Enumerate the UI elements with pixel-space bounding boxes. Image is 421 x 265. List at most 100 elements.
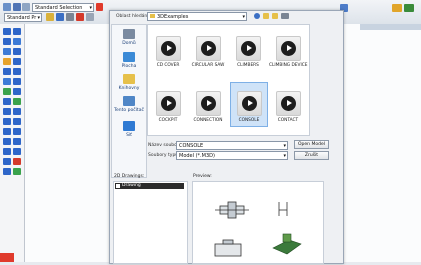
scale-tool-icon[interactable] bbox=[13, 108, 21, 115]
layer-tool-icon[interactable] bbox=[3, 148, 11, 155]
file-list: CD COVER CIRCULAR SAW CLIMBERS CLIMBING … bbox=[147, 24, 310, 136]
desktop-icon bbox=[123, 52, 135, 62]
info-tool-icon[interactable] bbox=[3, 168, 11, 175]
dimension-tool-icon[interactable] bbox=[3, 68, 11, 75]
file-item-selected[interactable]: CONSOLE bbox=[230, 82, 268, 127]
offset-tool-icon[interactable] bbox=[3, 98, 11, 105]
chevron-down-icon: ▾ bbox=[89, 5, 92, 11]
filetype-label: Soubory typu: bbox=[148, 153, 180, 158]
file-name: CONNECTION bbox=[193, 118, 223, 123]
line-style-icon[interactable] bbox=[66, 13, 74, 21]
fill-tool-icon[interactable] bbox=[3, 88, 11, 95]
new-folder-icon[interactable] bbox=[272, 13, 278, 19]
zoom-tool-icon[interactable] bbox=[13, 28, 21, 35]
app-icon[interactable] bbox=[3, 3, 11, 11]
block-tool-icon[interactable] bbox=[13, 138, 21, 145]
selection-combo-value: Standard Selection bbox=[35, 5, 83, 11]
extend-tool-icon[interactable] bbox=[13, 118, 21, 125]
file-item[interactable]: CLIMBING DEVICE bbox=[269, 28, 307, 73]
layer-icon[interactable] bbox=[46, 13, 54, 21]
polyline-tool-icon[interactable] bbox=[13, 48, 21, 55]
pencil-tool-icon[interactable] bbox=[3, 58, 11, 65]
drawings-list[interactable]: Drawing bbox=[113, 181, 188, 264]
mirror-tool-icon[interactable] bbox=[13, 98, 21, 105]
print-icon[interactable] bbox=[22, 3, 30, 11]
tool-palette bbox=[0, 24, 25, 262]
angle-tool-icon[interactable] bbox=[13, 68, 21, 75]
up-folder-icon[interactable] bbox=[263, 13, 269, 19]
list-item[interactable]: Drawing bbox=[115, 183, 184, 189]
fillet-tool-icon[interactable] bbox=[13, 128, 21, 135]
file-name: CONSOLE bbox=[238, 118, 260, 123]
computer-icon bbox=[123, 96, 135, 106]
canvas-ruler bbox=[360, 24, 421, 30]
filetype-select[interactable]: Model (*.M3D) ▾ bbox=[176, 151, 288, 160]
line-tool-icon[interactable] bbox=[3, 38, 11, 45]
grid-tool-icon[interactable] bbox=[13, 148, 21, 155]
chevron-down-icon: ▾ bbox=[242, 14, 245, 20]
file-item[interactable]: CLIMBERS bbox=[229, 28, 267, 73]
video-file-icon bbox=[275, 91, 301, 116]
select-tool-icon[interactable] bbox=[3, 28, 11, 35]
colors-icon[interactable] bbox=[392, 4, 402, 12]
file-item[interactable]: CD COVER bbox=[149, 28, 187, 73]
delete-tool-icon[interactable] bbox=[13, 158, 21, 165]
chevron-down-icon: ▾ bbox=[283, 153, 286, 159]
arc-tool-icon[interactable] bbox=[13, 38, 21, 45]
lookin-label: Oblast hledání: bbox=[116, 14, 151, 19]
circle-tool-icon[interactable] bbox=[3, 48, 11, 55]
file-item[interactable]: COCKPIT bbox=[149, 83, 187, 128]
tool-icon[interactable] bbox=[86, 13, 94, 21]
view-combo[interactable]: Standard Pr ▾ bbox=[4, 13, 42, 22]
network-icon bbox=[123, 121, 135, 131]
trim-tool-icon[interactable] bbox=[3, 118, 11, 125]
snap-tool-icon[interactable] bbox=[3, 158, 11, 165]
filename-input[interactable]: CONSOLE ▾ bbox=[176, 141, 288, 150]
help-tool-icon[interactable] bbox=[13, 168, 21, 175]
file-name: CLIMBERS bbox=[237, 63, 259, 68]
file-name: CIRCULAR SAW bbox=[191, 63, 225, 68]
curve-tool-icon[interactable] bbox=[13, 58, 21, 65]
video-file-icon bbox=[195, 91, 221, 116]
measure-tool-icon[interactable] bbox=[3, 138, 11, 145]
filetype-value: Model (*.M3D) bbox=[179, 153, 215, 159]
place-network[interactable]: Síť bbox=[112, 121, 146, 138]
hatch-tool-icon[interactable] bbox=[3, 78, 11, 85]
settings-icon[interactable] bbox=[96, 3, 103, 11]
globe-icon[interactable] bbox=[404, 4, 414, 12]
color-red-icon[interactable] bbox=[76, 13, 84, 21]
place-label: Síť bbox=[126, 133, 132, 138]
lookin-combo[interactable]: 3DExamples ▾ bbox=[147, 12, 247, 21]
cancel-button[interactable]: Zrušit bbox=[294, 151, 329, 160]
place-desktop[interactable]: Plocha bbox=[112, 52, 146, 69]
place-home[interactable]: Domů bbox=[112, 29, 146, 46]
app-status-marker bbox=[0, 253, 14, 262]
place-libraries[interactable]: Knihovny bbox=[112, 74, 146, 91]
save-icon[interactable] bbox=[13, 3, 21, 11]
home-icon bbox=[123, 29, 135, 39]
place-computer[interactable]: Tento počítač bbox=[112, 96, 146, 113]
file-name: CD COVER bbox=[156, 63, 180, 68]
preview-panel bbox=[192, 181, 324, 264]
open-model-button[interactable]: Open Model bbox=[294, 140, 329, 149]
view-combo-value: Standard Pr bbox=[7, 15, 37, 21]
console-preview-image bbox=[214, 201, 302, 257]
places-bar: Domů Plocha Knihovny Tento počítač Síť bbox=[111, 24, 147, 178]
video-file-icon bbox=[236, 91, 262, 116]
pen-icon[interactable] bbox=[56, 13, 64, 21]
file-item[interactable]: CONNECTION bbox=[189, 83, 227, 128]
file-item[interactable]: CIRCULAR SAW bbox=[189, 28, 227, 73]
symbol-tool-icon[interactable] bbox=[13, 88, 21, 95]
chevron-down-icon: ▾ bbox=[283, 143, 286, 149]
drawing-item-label: Drawing bbox=[122, 183, 141, 188]
chamfer-tool-icon[interactable] bbox=[3, 128, 11, 135]
rotate-tool-icon[interactable] bbox=[3, 108, 11, 115]
view-menu-icon[interactable] bbox=[281, 13, 289, 19]
back-icon[interactable] bbox=[254, 13, 260, 19]
video-file-icon bbox=[235, 36, 261, 61]
text-tool-icon[interactable] bbox=[13, 78, 21, 85]
folder-icon bbox=[150, 14, 155, 18]
place-label: Plocha bbox=[121, 64, 137, 69]
file-item[interactable]: CONTACT bbox=[269, 83, 307, 128]
selection-combo[interactable]: Standard Selection ▾ bbox=[32, 3, 94, 12]
